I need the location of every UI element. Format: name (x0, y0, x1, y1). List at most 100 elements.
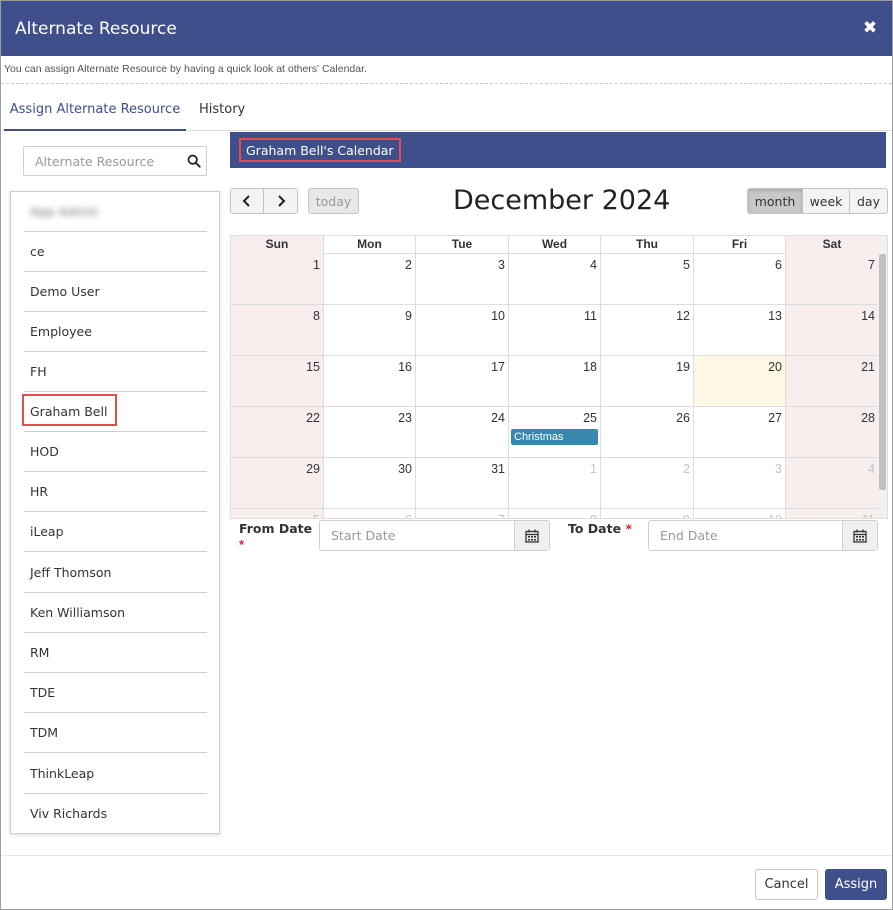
list-item[interactable]: Viv Richards (24, 794, 207, 834)
list-item-label: Demo User (30, 284, 100, 299)
day-number: 1 (590, 462, 597, 476)
list-item[interactable]: App Admin (24, 192, 207, 232)
to-date-picker-button[interactable] (842, 521, 877, 550)
list-item[interactable]: HR (24, 472, 207, 512)
day-cell[interactable]: 14 (786, 305, 879, 355)
day-cell[interactable]: 31 (416, 458, 509, 508)
day-number: 14 (861, 309, 875, 323)
assign-button[interactable]: Assign (825, 869, 887, 900)
day-cell[interactable]: 12 (601, 305, 694, 355)
day-cell[interactable]: 26 (601, 407, 694, 457)
dialog-subtitle: You can assign Alternate Resource by hav… (4, 63, 367, 75)
calendar-icon (525, 529, 539, 543)
cancel-button[interactable]: Cancel (755, 869, 818, 900)
day-cell[interactable]: 25 Christmas (509, 407, 601, 457)
day-number: 3 (498, 258, 505, 272)
day-number: 7 (868, 258, 875, 272)
list-item[interactable]: TDM (24, 713, 207, 753)
day-number: 11 (862, 513, 875, 518)
day-cell[interactable]: 21 (786, 356, 879, 406)
day-number: 1 (313, 258, 320, 272)
list-item[interactable]: iLeap (24, 512, 207, 552)
day-number: 25 (583, 411, 597, 425)
list-item[interactable]: ThinkLeap (24, 754, 207, 794)
list-item[interactable]: Jeff Thomson (24, 553, 207, 593)
day-cell[interactable]: 2 (601, 458, 694, 508)
list-item[interactable]: Employee (24, 312, 207, 352)
calendar-event[interactable]: Christmas (511, 429, 598, 445)
list-item[interactable]: Demo User (24, 272, 207, 312)
day-cell[interactable]: 1 (509, 458, 601, 508)
week-view-button[interactable]: week (803, 188, 850, 214)
day-cell[interactable]: 2 (324, 254, 416, 304)
prev-month-button[interactable] (230, 188, 264, 214)
list-item[interactable]: Ken Williamson (24, 593, 207, 633)
day-cell[interactable]: 28 (786, 407, 879, 457)
day-cell[interactable]: 30 (324, 458, 416, 508)
list-item[interactable]: TDE (24, 673, 207, 713)
today-button[interactable]: today (308, 188, 359, 214)
scrollbar-thumb[interactable] (879, 254, 886, 490)
list-item-label: Employee (30, 324, 92, 339)
day-cell[interactable]: 17 (416, 356, 509, 406)
list-item-label: ce (30, 244, 45, 259)
list-item[interactable]: FH (24, 352, 207, 392)
list-item-selected[interactable]: Graham Bell (24, 392, 207, 432)
day-number: 22 (306, 411, 320, 425)
calendar-scrollbar[interactable] (878, 236, 887, 518)
day-cell[interactable]: 5 (601, 254, 694, 304)
day-cell[interactable]: 16 (324, 356, 416, 406)
day-cell[interactable]: 20 (694, 356, 786, 406)
week-row: 15 16 17 18 19 20 21 (231, 356, 879, 407)
day-cell[interactable]: 15 (231, 356, 324, 406)
close-icon[interactable]: ✖ (862, 19, 878, 36)
list-item[interactable]: ce (24, 232, 207, 272)
day-cell[interactable]: 3 (694, 458, 786, 508)
list-item-label: HOD (30, 444, 59, 459)
day-cell[interactable]: 13 (694, 305, 786, 355)
end-date-input[interactable] (649, 521, 843, 550)
day-cell[interactable]: 6 (694, 254, 786, 304)
day-number: 9 (405, 309, 412, 323)
day-cell[interactable]: 10 (694, 509, 786, 518)
day-cell[interactable]: 27 (694, 407, 786, 457)
search-input[interactable] (24, 147, 184, 175)
day-cell[interactable]: 19 (601, 356, 694, 406)
list-item[interactable]: RM (24, 633, 207, 673)
list-item-label: Ken Williamson (30, 605, 126, 620)
day-cell[interactable]: 5 (231, 509, 324, 518)
to-date-label-text: To Date (568, 521, 622, 536)
day-number: 29 (306, 462, 320, 476)
day-cell[interactable]: 4 (786, 458, 879, 508)
day-cell[interactable]: 11 (509, 305, 601, 355)
weekday-header: Wed (509, 236, 601, 254)
next-month-button[interactable] (264, 188, 298, 214)
day-cell[interactable]: 22 (231, 407, 324, 457)
from-date-picker-button[interactable] (514, 521, 549, 550)
day-cell[interactable]: 29 (231, 458, 324, 508)
day-cell[interactable]: 11 (786, 509, 879, 518)
day-cell[interactable]: 7 (416, 509, 509, 518)
day-view-button[interactable]: day (850, 188, 888, 214)
day-number: 2 (683, 462, 690, 476)
day-cell[interactable]: 3 (416, 254, 509, 304)
day-cell[interactable]: 23 (324, 407, 416, 457)
day-cell[interactable]: 9 (601, 509, 694, 518)
list-item[interactable]: HOD (24, 432, 207, 472)
search-icon[interactable] (187, 154, 201, 168)
required-mark: * (239, 537, 245, 552)
day-cell[interactable]: 8 (231, 305, 324, 355)
month-view-button[interactable]: month (747, 188, 803, 214)
day-cell[interactable]: 10 (416, 305, 509, 355)
tab-assign-alternate-resource[interactable]: Assign Alternate Resource (4, 95, 186, 131)
day-cell[interactable]: 9 (324, 305, 416, 355)
day-cell[interactable]: 7 (786, 254, 879, 304)
start-date-input[interactable] (320, 521, 515, 550)
day-cell[interactable]: 18 (509, 356, 601, 406)
day-cell[interactable]: 8 (509, 509, 601, 518)
day-cell[interactable]: 24 (416, 407, 509, 457)
day-cell[interactable]: 6 (324, 509, 416, 518)
tab-history[interactable]: History (199, 95, 245, 131)
day-cell[interactable]: 1 (231, 254, 324, 304)
day-cell[interactable]: 4 (509, 254, 601, 304)
